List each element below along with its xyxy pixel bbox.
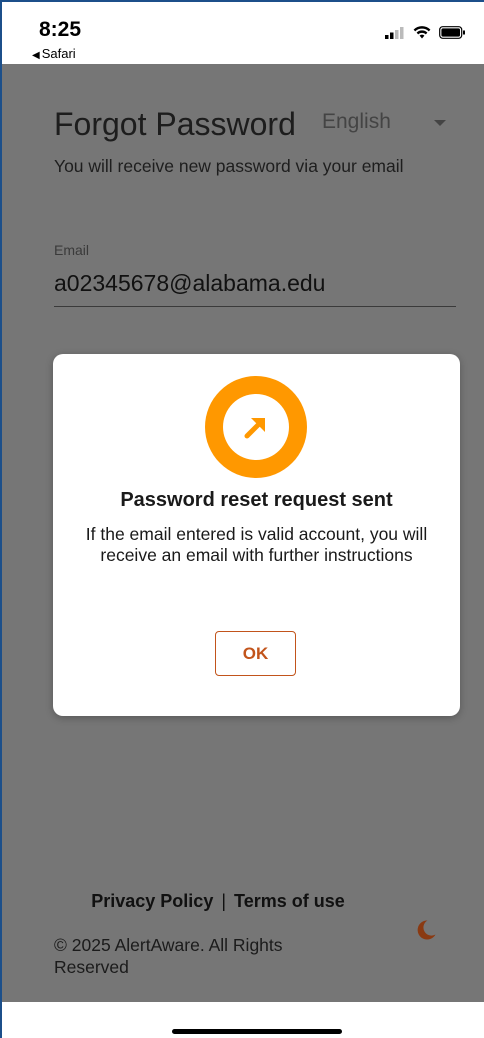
terms-of-use-link[interactable]: Terms of use	[234, 891, 345, 911]
chevron-down-icon[interactable]	[434, 120, 446, 126]
copyright-text: © 2025 AlertAware. All Rights Reserved	[54, 935, 283, 977]
privacy-policy-link[interactable]: Privacy Policy	[91, 891, 213, 911]
footer-separator: |	[221, 891, 227, 911]
status-bar: 8:25 ◀ Safari	[2, 2, 484, 64]
email-label: Email	[54, 242, 90, 258]
icon-inner-circle	[223, 394, 289, 460]
email-field[interactable]	[54, 260, 456, 307]
battery-icon	[439, 26, 465, 39]
phone-frame: 8:25 ◀ Safari Forgot Password English Yo…	[0, 0, 484, 1038]
status-time: 8:25	[39, 18, 82, 41]
page-subtitle: You will receive new password via your e…	[54, 156, 404, 176]
footer-links: Privacy Policy | Terms of use	[2, 891, 484, 912]
back-to-app-link[interactable]: ◀ Safari	[32, 46, 76, 61]
page-title: Forgot Password	[54, 106, 296, 142]
language-select[interactable]: English	[322, 110, 391, 134]
status-icons	[385, 26, 466, 39]
arrow-up-right-icon	[205, 376, 307, 478]
reset-sent-dialog: Password reset request sent If the email…	[53, 354, 460, 716]
app-screen-overlay: Forgot Password English You will receive…	[2, 64, 484, 1002]
moon-icon[interactable]	[415, 919, 437, 941]
arrow-glyph	[244, 418, 265, 439]
home-indicator	[172, 1029, 342, 1034]
back-triangle-icon: ◀	[32, 50, 40, 61]
dialog-title: Password reset request sent	[120, 489, 393, 511]
dialog-message: If the email entered is valid account, y…	[85, 524, 428, 565]
back-app-label: Safari	[41, 46, 76, 61]
ok-button[interactable]: OK	[215, 631, 296, 676]
signal-icon	[385, 26, 404, 39]
wifi-icon	[413, 26, 431, 39]
